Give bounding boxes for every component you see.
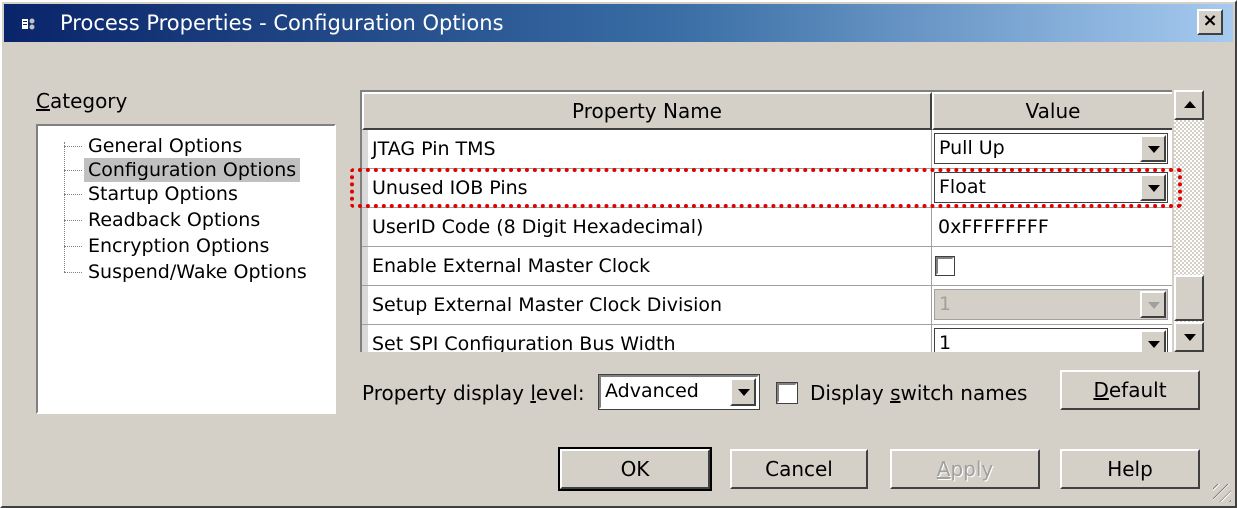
resize-grip-icon[interactable] — [1213, 484, 1231, 502]
property-name-cell[interactable]: Enable External Master Clock — [362, 247, 932, 285]
chevron-down-icon — [1148, 146, 1160, 153]
property-value-cell — [932, 247, 1172, 285]
property-name-cell[interactable]: Setup External Master Clock Division — [362, 286, 932, 324]
chevron-up-icon — [1184, 101, 1196, 108]
dropdown-button[interactable] — [730, 378, 756, 406]
table-row: Unused IOB Pins Float — [362, 169, 1172, 208]
tree-item-configuration-options[interactable]: Configuration Options — [63, 158, 301, 182]
value-dropdown[interactable]: 1 — [934, 328, 1168, 352]
chevron-down-icon — [738, 389, 750, 396]
value-dropdown[interactable]: Float — [934, 172, 1168, 203]
chevron-down-icon — [1148, 302, 1160, 309]
property-grid: Property Name Value JTAG Pin TMS Pull Up… — [360, 90, 1172, 352]
table-row: Enable External Master Clock — [362, 247, 1172, 286]
chevron-down-icon — [1148, 341, 1160, 348]
dropdown-value: Pull Up — [939, 137, 1005, 159]
table-row: UserID Code (8 Digit Hexadecimal) 0xFFFF… — [362, 208, 1172, 247]
display-switch-names-label[interactable]: Display switch names — [810, 380, 1027, 406]
chevron-down-icon — [1148, 185, 1160, 192]
tree-connector — [64, 142, 65, 272]
value-dropdown[interactable]: Pull Up — [934, 133, 1168, 164]
enable-external-clock-checkbox[interactable] — [935, 256, 955, 276]
title-bar[interactable]: Process Properties - Configuration Optio… — [4, 4, 1233, 42]
table-row: Set SPI Configuration Bus Width 1 — [362, 325, 1172, 352]
dropdown-button — [1140, 291, 1166, 318]
dialog-window: Process Properties - Configuration Optio… — [0, 0, 1237, 508]
ok-button[interactable]: OK — [558, 447, 712, 491]
value-dropdown-disabled: 1 — [934, 289, 1168, 320]
property-name-cell[interactable]: UserID Code (8 Digit Hexadecimal) — [362, 208, 932, 246]
table-row: Setup External Master Clock Division 1 — [362, 286, 1172, 325]
apply-button: Apply — [890, 449, 1040, 489]
close-icon: × — [1202, 10, 1218, 31]
dropdown-value: 1 — [939, 293, 952, 315]
dropdown-value: 1 — [939, 332, 952, 352]
property-name-cell[interactable]: JTAG Pin TMS — [362, 130, 932, 168]
property-name-cell[interactable]: Unused IOB Pins — [362, 169, 932, 207]
close-button[interactable]: × — [1197, 9, 1223, 35]
tree-item-encryption-options[interactable]: Encryption Options — [63, 234, 273, 258]
property-value-cell: 1 — [932, 325, 1172, 352]
display-level-label: Property display level: — [362, 381, 585, 405]
dropdown-button[interactable] — [1140, 135, 1166, 162]
table-row: JTAG Pin TMS Pull Up — [362, 130, 1172, 169]
scroll-down-button[interactable] — [1174, 322, 1204, 352]
column-header-property-name[interactable]: Property Name — [362, 92, 932, 130]
display-level-value: Advanced — [605, 380, 699, 402]
vertical-scrollbar[interactable] — [1174, 90, 1204, 352]
tree-item-readback-options[interactable]: Readback Options — [63, 208, 264, 232]
tree-item-startup-options[interactable]: Startup Options — [64, 182, 242, 206]
tree-item-suspend-wake-options[interactable]: Suspend/Wake Options — [64, 260, 311, 284]
dropdown-button[interactable] — [1140, 174, 1166, 201]
default-button[interactable]: Default — [1060, 370, 1200, 410]
chevron-down-icon — [1184, 334, 1196, 341]
help-button[interactable]: Help — [1060, 449, 1200, 489]
scroll-thumb[interactable] — [1174, 275, 1204, 321]
property-name-cell[interactable]: Set SPI Configuration Bus Width — [362, 325, 932, 352]
scroll-up-button[interactable] — [1174, 90, 1204, 120]
display-switch-names-checkbox[interactable] — [776, 382, 798, 404]
property-value-cell: Float — [932, 169, 1172, 207]
property-value-text[interactable]: 0xFFFFFFFF — [932, 208, 1172, 246]
category-tree[interactable]: General Options Configuration Options St… — [36, 124, 336, 414]
category-label: Category — [36, 89, 128, 113]
column-header-value[interactable]: Value — [932, 92, 1172, 130]
property-value-cell: 1 — [932, 286, 1172, 324]
display-level-dropdown[interactable]: Advanced — [598, 374, 760, 410]
dropdown-value: Float — [939, 176, 986, 198]
cancel-button[interactable]: Cancel — [730, 449, 868, 489]
property-value-cell: Pull Up — [932, 130, 1172, 168]
window-title: Process Properties - Configuration Optio… — [60, 11, 504, 35]
app-icon — [22, 18, 35, 30]
tree-item-general-options[interactable]: General Options — [63, 134, 246, 158]
dropdown-button[interactable] — [1140, 330, 1166, 352]
